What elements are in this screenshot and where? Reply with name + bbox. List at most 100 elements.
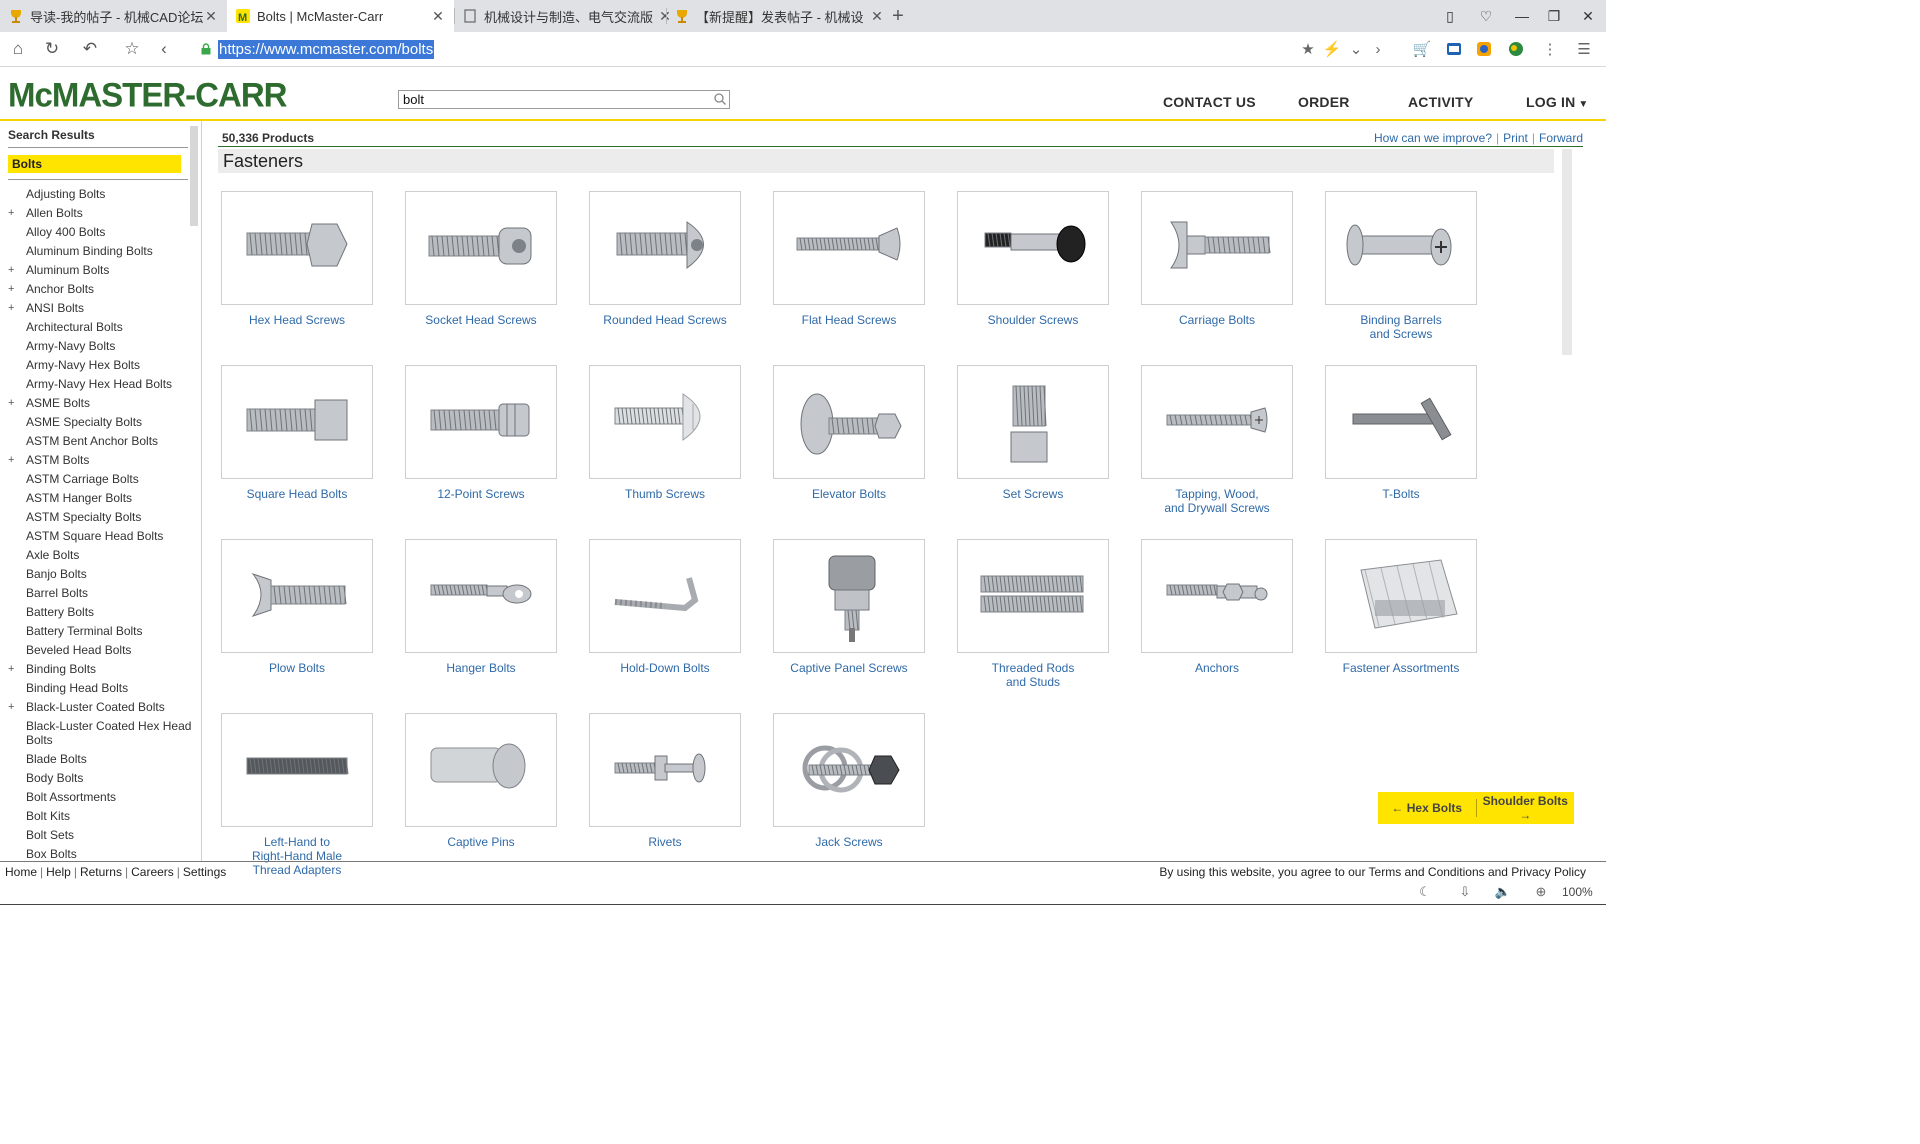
tab-3[interactable]: 机械设计与制造、电气交流版 ✕ xyxy=(454,0,681,32)
product-image[interactable] xyxy=(1141,191,1293,305)
product-image[interactable] xyxy=(221,365,373,479)
sidebar-item[interactable]: + ASME Bolts xyxy=(8,396,192,410)
sidebar-item[interactable]: ASTM Bent Anchor Bolts xyxy=(8,434,192,448)
product-image[interactable] xyxy=(405,365,557,479)
product-name[interactable]: Rounded Head Screws xyxy=(589,313,741,327)
zoom-level[interactable]: 100% xyxy=(1562,885,1593,899)
product-name[interactable]: Hanger Bolts xyxy=(405,661,557,675)
nav-activity[interactable]: ACTIVITY xyxy=(1408,94,1473,110)
url-text[interactable]: https://www.mcmaster.com/bolts xyxy=(218,39,435,59)
product-image[interactable] xyxy=(405,539,557,653)
dropdown-icon[interactable]: ⌄ xyxy=(1344,37,1368,61)
star-icon[interactable]: ☆ xyxy=(120,37,144,61)
flash-icon[interactable]: ⚡ xyxy=(1320,37,1344,61)
sidebar-item[interactable]: + Black-Luster Coated Bolts xyxy=(8,700,192,714)
sidebar-item[interactable]: Beveled Head Bolts xyxy=(8,643,192,657)
improve-link[interactable]: How can we improve? xyxy=(1374,131,1492,145)
sidebar-item[interactable]: Barrel Bolts xyxy=(8,586,192,600)
product-card[interactable]: Set Screws xyxy=(957,365,1109,501)
more-icon[interactable]: ⋮ xyxy=(1538,37,1562,61)
nav-order[interactable]: ORDER xyxy=(1298,94,1350,110)
tab-4[interactable]: 【新提醒】发表帖子 - 机械设 ✕ xyxy=(666,0,893,32)
search-input[interactable] xyxy=(398,90,730,109)
sidebar-item[interactable]: Black-Luster Coated Hex Head Bolts xyxy=(8,719,192,747)
product-card[interactable]: Left-Hand to Right-Hand Male Thread Adap… xyxy=(221,713,373,877)
extension-icon[interactable] xyxy=(1472,37,1496,61)
minimize-button[interactable]: — xyxy=(1504,0,1540,32)
product-card[interactable]: Captive Panel Screws xyxy=(773,539,925,675)
product-card[interactable]: Binding Barrels and Screws xyxy=(1325,191,1477,341)
product-image[interactable] xyxy=(1325,365,1477,479)
product-name[interactable]: Set Screws xyxy=(957,487,1109,501)
sidebar-item[interactable]: Army-Navy Hex Bolts xyxy=(8,358,192,372)
extension-icon[interactable] xyxy=(1442,37,1466,61)
site-logo[interactable]: McMASTER-CARR xyxy=(8,75,287,115)
product-name[interactable]: Thumb Screws xyxy=(589,487,741,501)
product-image[interactable] xyxy=(957,539,1109,653)
product-name[interactable]: Threaded Rods and Studs xyxy=(957,661,1109,689)
forward-link[interactable]: Forward xyxy=(1539,131,1583,145)
sidebar-item[interactable]: Architectural Bolts xyxy=(8,320,192,334)
sidebar-selected-item[interactable]: Bolts xyxy=(8,155,181,173)
product-card[interactable]: Rounded Head Screws xyxy=(589,191,741,327)
product-card[interactable]: Captive Pins xyxy=(405,713,557,849)
product-name[interactable]: Jack Screws xyxy=(773,835,925,849)
product-image[interactable] xyxy=(221,713,373,827)
product-card[interactable]: Fastener Assortments xyxy=(1325,539,1477,675)
product-card[interactable]: Hex Head Screws xyxy=(221,191,373,327)
product-name[interactable]: Tapping, Wood, and Drywall Screws xyxy=(1141,487,1293,515)
expand-icon[interactable]: + xyxy=(8,453,14,467)
sidebar-item[interactable]: ASTM Carriage Bolts xyxy=(8,472,192,486)
product-image[interactable] xyxy=(1325,191,1477,305)
content-scrollbar[interactable] xyxy=(1562,149,1572,355)
sidebar-item[interactable]: + Binding Bolts xyxy=(8,662,192,676)
product-card[interactable]: Flat Head Screws xyxy=(773,191,925,327)
home-icon[interactable]: ⌂ xyxy=(6,37,30,61)
product-card[interactable]: Threaded Rods and Studs xyxy=(957,539,1109,689)
download-icon[interactable]: ⇩ xyxy=(1456,884,1474,900)
product-name[interactable]: 12-Point Screws xyxy=(405,487,557,501)
sidebar-item[interactable]: Bolt Assortments xyxy=(8,790,192,804)
next-link[interactable]: Shoulder Bolts → xyxy=(1477,794,1575,822)
sidebar-item[interactable]: Binding Head Bolts xyxy=(8,681,192,695)
product-name[interactable]: Elevator Bolts xyxy=(773,487,925,501)
close-icon[interactable]: ✕ xyxy=(869,8,885,25)
sidebar-item[interactable]: Bolt Kits xyxy=(8,809,192,823)
product-card[interactable]: Thumb Screws xyxy=(589,365,741,501)
sidebar-item[interactable]: ASTM Specialty Bolts xyxy=(8,510,192,524)
footer-link-help[interactable]: Help xyxy=(46,865,71,879)
footer-link-home[interactable]: Home xyxy=(5,865,37,879)
product-card[interactable]: Socket Head Screws xyxy=(405,191,557,327)
product-name[interactable]: Hex Head Screws xyxy=(221,313,373,327)
sidebar-item[interactable]: + ASTM Bolts xyxy=(8,453,192,467)
sidebar-item[interactable]: Bolt Sets xyxy=(8,828,192,842)
new-tab-button[interactable]: + xyxy=(884,0,912,32)
close-icon[interactable]: ✕ xyxy=(203,8,219,25)
search-icon[interactable] xyxy=(713,92,727,106)
sidebar-item[interactable]: Aluminum Binding Bolts xyxy=(8,244,192,258)
product-image[interactable] xyxy=(589,713,741,827)
product-name[interactable]: Binding Barrels and Screws xyxy=(1325,313,1477,341)
footer-link-settings[interactable]: Settings xyxy=(183,865,226,879)
product-card[interactable]: Square Head Bolts xyxy=(221,365,373,501)
tab-1[interactable]: 导读-我的帖子 - 机械CAD论坛 ✕ xyxy=(0,0,227,32)
product-image[interactable] xyxy=(1141,365,1293,479)
product-name[interactable]: Fastener Assortments xyxy=(1325,661,1477,675)
sidebar-item[interactable]: Adjusting Bolts xyxy=(8,187,192,201)
product-image[interactable] xyxy=(221,191,373,305)
tab-2[interactable]: M Bolts | McMaster-Carr ✕ xyxy=(227,0,454,32)
product-name[interactable]: Captive Pins xyxy=(405,835,557,849)
nav-log-in[interactable]: LOG IN ▼ xyxy=(1526,94,1589,110)
product-card[interactable]: 12-Point Screws xyxy=(405,365,557,501)
product-card[interactable]: Elevator Bolts xyxy=(773,365,925,501)
back-icon[interactable]: ‹ xyxy=(152,37,176,61)
footer-link-returns[interactable]: Returns xyxy=(80,865,122,879)
speaker-icon[interactable]: 🔈 xyxy=(1494,884,1512,900)
close-window-button[interactable]: ✕ xyxy=(1570,0,1606,32)
product-image[interactable] xyxy=(773,191,925,305)
product-card[interactable]: Plow Bolts xyxy=(221,539,373,675)
nav-contact-us[interactable]: CONTACT US xyxy=(1163,94,1256,110)
expand-icon[interactable]: + xyxy=(8,282,14,296)
product-card[interactable]: Hold-Down Bolts xyxy=(589,539,741,675)
sidebar-item[interactable]: ASME Specialty Bolts xyxy=(8,415,192,429)
